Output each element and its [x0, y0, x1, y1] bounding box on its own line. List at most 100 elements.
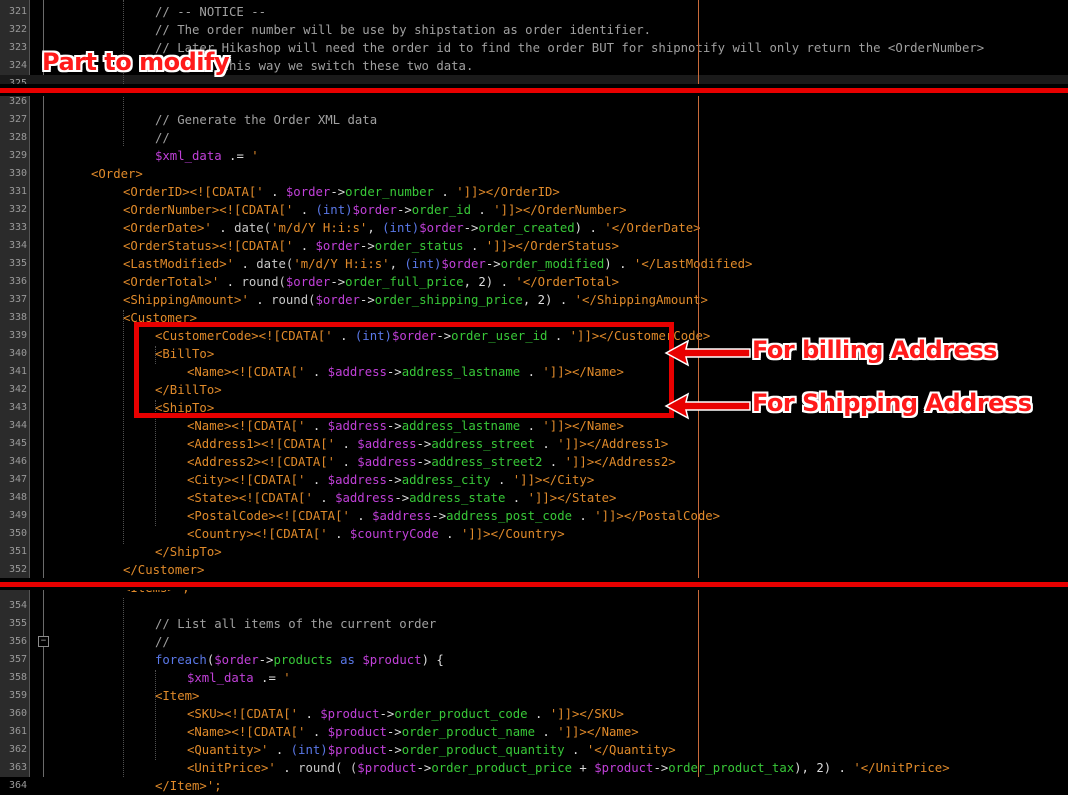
code-line[interactable]: 349 <PostalCode><![CDATA[' . $address->ad…: [0, 507, 1068, 525]
code-token: '</UnitPrice>: [853, 761, 950, 775]
code-text: // Later Hikashop will need the order id…: [155, 39, 984, 57]
code-token: $address: [327, 419, 387, 433]
code-token: <SKU><![CDATA[': [187, 707, 306, 721]
indent-guide: [123, 310, 124, 544]
line-number: 354: [8, 600, 27, 611]
code-token: ': [251, 149, 259, 163]
code-line[interactable]: 361 <Name><![CDATA[' . $product->order_pr…: [0, 723, 1068, 741]
line-number: 340: [8, 348, 27, 359]
code-line[interactable]: 363 <UnitPrice>' . round( ($product->orde…: [0, 759, 1068, 777]
code-line[interactable]: 360 <SKU><![CDATA[' . $product->order_pro…: [0, 705, 1068, 723]
code-line[interactable]: 357 foreach($order->products as $product)…: [0, 651, 1068, 669]
code-token: order_created: [478, 221, 575, 235]
code-token: , 2) .: [522, 293, 575, 307]
code-token: $order: [441, 257, 486, 271]
code-line[interactable]: 364 </Item>';: [0, 777, 1068, 795]
code-line[interactable]: 328 //: [0, 129, 1068, 147]
code-line[interactable]: 331 <OrderID><![CDATA[' . $order->order_n…: [0, 183, 1068, 201]
code-token: ']]></OrderID>: [456, 185, 560, 199]
line-number: 322: [8, 24, 27, 35]
code-text: <OrderStatus><![CDATA[' . $order->order_…: [123, 237, 619, 255]
code-line[interactable]: 346 <Address2><![CDATA[' . $address->addr…: [0, 453, 1068, 471]
code-token: .: [300, 239, 316, 253]
code-token: address_street2: [431, 455, 543, 469]
code-token: .: [271, 185, 286, 199]
code-token: ->: [258, 653, 274, 667]
code-line[interactable]: 347 <City><![CDATA[' . $address->address_…: [0, 471, 1068, 489]
code-token: (int): [382, 221, 420, 235]
code-token: .: [342, 455, 358, 469]
part-to-modify-label: Part to modify: [42, 48, 230, 76]
code-token: $address: [357, 455, 417, 469]
line-number: 330: [8, 168, 27, 179]
code-line[interactable]: 327 // Generate the Order XML data: [0, 111, 1068, 129]
code-line[interactable]: 352 </Customer>: [0, 561, 1068, 579]
code-token: $countryCode: [349, 527, 439, 541]
line-number: 336: [8, 276, 27, 287]
code-line[interactable]: 359 <Item>: [0, 687, 1068, 705]
code-token: ->: [386, 743, 402, 757]
code-text: </Customer>: [123, 561, 204, 579]
code-line[interactable]: 351 </ShipTo>: [0, 543, 1068, 561]
code-token: <City><![CDATA[': [187, 473, 313, 487]
line-number: 361: [8, 726, 27, 737]
code-token: <Item>: [155, 689, 200, 703]
code-text: <Country><![CDATA[' . $countryCode . ']]…: [187, 525, 565, 543]
code-token: 'm/d/Y H:i:s': [293, 257, 390, 271]
code-token: <UnitPrice>': [187, 761, 284, 775]
code-line[interactable]: 330 <Order>: [0, 165, 1068, 183]
code-token: date(: [256, 257, 294, 271]
code-line[interactable]: 344 <Name><![CDATA[' . $address->address_…: [0, 417, 1068, 435]
code-line[interactable]: 335 <LastModified>' . date('m/d/Y H:i:s',…: [0, 255, 1068, 273]
code-line[interactable]: 337 <ShippingAmount>' . round($order->ord…: [0, 291, 1068, 309]
code-line[interactable]: 354: [0, 597, 1068, 615]
code-token: $order: [352, 203, 397, 217]
code-line[interactable]: 334 <OrderStatus><![CDATA[' . $order->ord…: [0, 237, 1068, 255]
code-token: <Name><![CDATA[': [187, 725, 313, 739]
code-token: ->: [396, 203, 412, 217]
code-line[interactable]: 362 <Quantity>' . (int)$product->order_pr…: [0, 741, 1068, 759]
code-token: // List all items of the current order: [155, 617, 437, 631]
code-line[interactable]: 355 // List all items of the current orde…: [0, 615, 1068, 633]
code-text: <Quantity>' . (int)$product->order_produ…: [187, 741, 676, 759]
code-text: <SKU><![CDATA[' . $product->order_produc…: [187, 705, 624, 723]
code-token: ']]></PostalCode>: [594, 509, 721, 523]
code-text: <Address2><![CDATA[' . $address->address…: [187, 453, 676, 471]
code-token: .=: [253, 671, 284, 685]
code-line[interactable]: 345 <Address1><![CDATA[' . $address->addr…: [0, 435, 1068, 453]
code-text: <ShippingAmount>' . round($order->order_…: [123, 291, 708, 309]
code-line[interactable]: 348 <State><![CDATA[' . $address->address…: [0, 489, 1068, 507]
code-token: <OrderNumber><![CDATA[': [123, 203, 301, 217]
line-number: 337: [8, 294, 27, 305]
code-token: ': [283, 671, 291, 685]
code-token: .=: [221, 149, 252, 163]
code-line[interactable]: 333 <OrderDate>' . date('m/d/Y H:i:s', (i…: [0, 219, 1068, 237]
code-token: order_product_quantity: [401, 743, 565, 757]
code-line[interactable]: 322 // The order number will be use by sh…: [0, 21, 1068, 39]
code-line[interactable]: 358 $xml_data .= ': [0, 669, 1068, 687]
line-number: 362: [8, 744, 27, 755]
code-token: <PostalCode><![CDATA[': [187, 509, 358, 523]
code-token: <Address2><![CDATA[': [187, 455, 343, 469]
code-token: order_modified: [500, 257, 605, 271]
line-number: 342: [8, 384, 27, 395]
code-token: order_status: [374, 239, 464, 253]
code-token: .: [535, 437, 558, 451]
code-line[interactable]: 350 <Country><![CDATA[' . $countryCode . …: [0, 525, 1068, 543]
code-token: </Customer>: [123, 563, 205, 577]
code-token: $address: [335, 491, 395, 505]
code-token: ->: [379, 707, 395, 721]
code-token: .: [505, 491, 528, 505]
code-token: $product: [594, 761, 654, 775]
code-line[interactable]: 332 <OrderNumber><![CDATA[' . (int)$order…: [0, 201, 1068, 219]
code-token: .: [490, 473, 513, 487]
line-number: 323: [8, 42, 27, 53]
code-token: .: [312, 419, 328, 433]
code-token: .: [342, 437, 358, 451]
code-line[interactable]: 356 //: [0, 633, 1068, 651]
code-line[interactable]: 321 // -- NOTICE --: [0, 3, 1068, 21]
code-token: .: [564, 743, 587, 757]
code-line[interactable]: 329 $xml_data .= ': [0, 147, 1068, 165]
code-line[interactable]: 336 <OrderTotal>' . round($order->order_f…: [0, 273, 1068, 291]
code-token: // The order number will be use by ships…: [155, 23, 652, 37]
